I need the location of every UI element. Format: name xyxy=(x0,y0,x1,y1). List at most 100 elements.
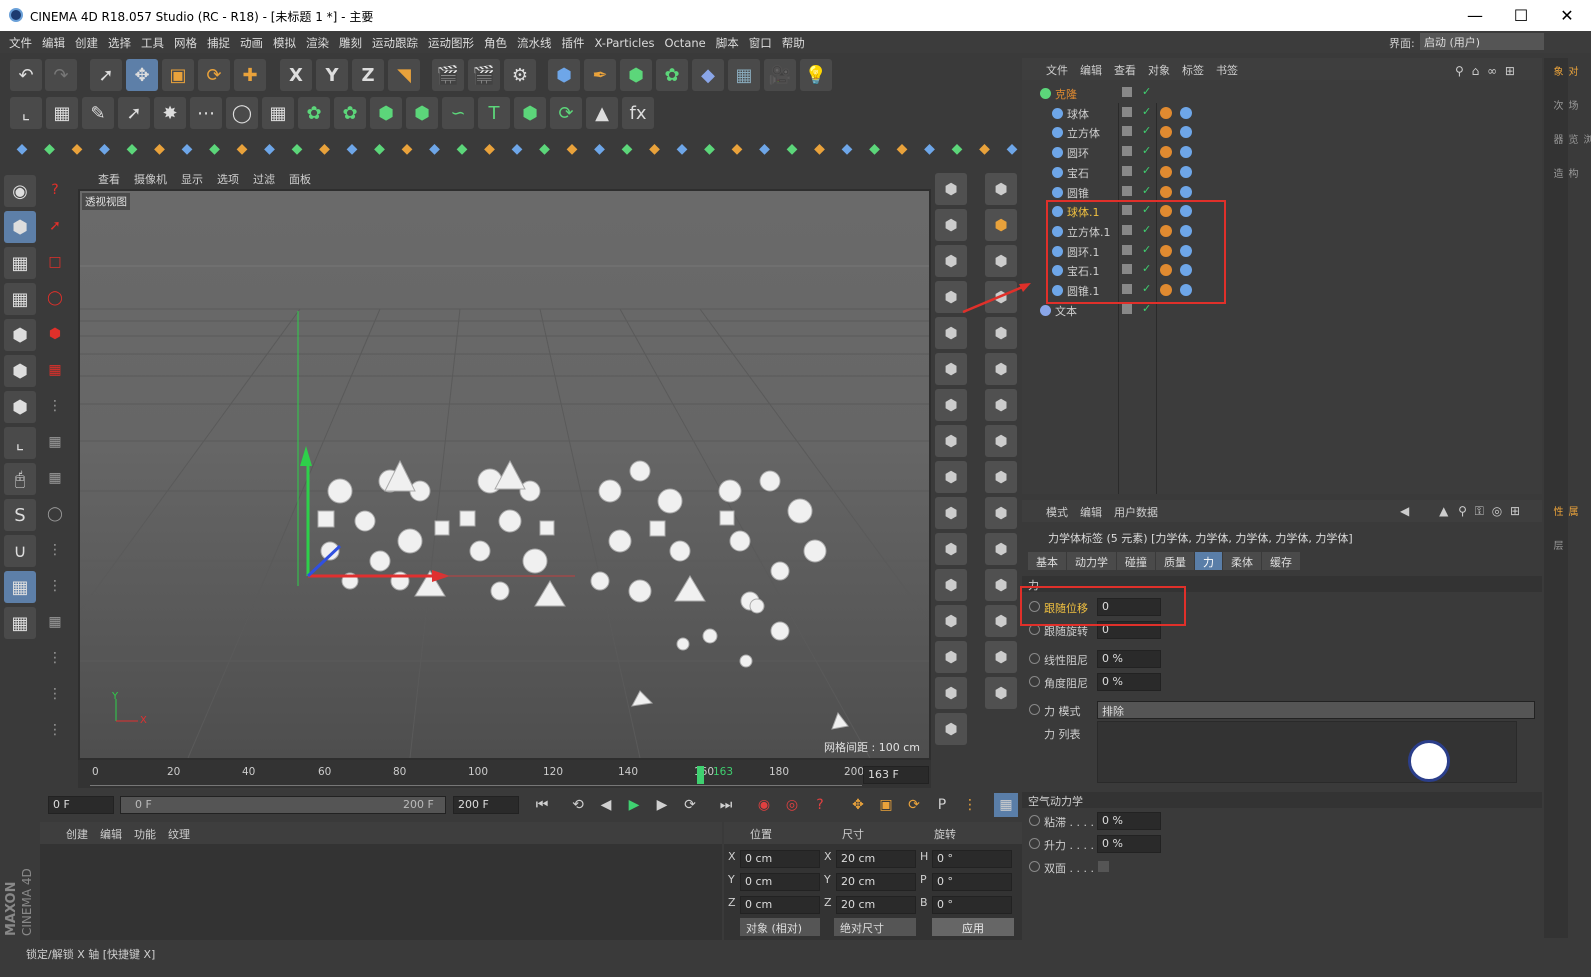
object-row[interactable]: 圆环 ✓ xyxy=(1022,143,1542,162)
generator-icon[interactable]: ⬢ xyxy=(935,389,967,421)
plugin-tool-icon[interactable]: ◆ xyxy=(10,137,34,161)
deformer-icon[interactable]: ⬢ xyxy=(985,425,1017,457)
menu-item[interactable]: 捕捉 xyxy=(202,31,235,53)
object-menu-item[interactable]: 编辑 xyxy=(1074,58,1108,82)
plugin-tool-icon[interactable]: ◆ xyxy=(725,137,749,161)
coord-rot-field[interactable]: 0 ° xyxy=(932,873,1012,891)
generator-icon[interactable]: ⬢ xyxy=(935,533,967,565)
camera-icon[interactable]: 🎥 xyxy=(764,59,796,91)
keyframe-radio-icon[interactable] xyxy=(1029,815,1040,826)
object-row[interactable]: 球体 ✓ xyxy=(1022,104,1542,123)
key-scale-icon[interactable]: ▣ xyxy=(874,793,898,817)
deformer-icon[interactable]: ⬢ xyxy=(985,497,1017,529)
deformer-icon[interactable]: ⬢ xyxy=(985,677,1017,709)
generator-icon[interactable]: ⬢ xyxy=(935,569,967,601)
start-frame-field[interactable]: 0 F xyxy=(48,796,114,814)
menu-item[interactable]: 运动图形 xyxy=(423,31,479,53)
generator-icon[interactable]: ⬢ xyxy=(935,209,967,241)
render-picture-icon[interactable]: 🎬 xyxy=(468,59,500,91)
visibility-toggle[interactable] xyxy=(1122,185,1132,196)
plugin-tool-icon[interactable]: ◆ xyxy=(533,137,557,161)
tab-2[interactable]: 碰撞 xyxy=(1117,552,1155,570)
move-tool-icon[interactable]: ✥ xyxy=(126,59,158,91)
plugin-tool-icon[interactable]: ◆ xyxy=(313,137,337,161)
material-menu-item[interactable]: 编辑 xyxy=(94,822,128,846)
property-value-field[interactable]: 0 % xyxy=(1097,650,1161,668)
plugin-tool-icon[interactable]: ◆ xyxy=(698,137,722,161)
texture-tag-icon[interactable] xyxy=(1180,165,1192,178)
left-tool-icon[interactable]: ⋮ xyxy=(40,535,70,565)
plugin-tool-icon[interactable]: ◆ xyxy=(780,137,804,161)
viewport-menu-item[interactable]: 查看 xyxy=(98,173,120,186)
playhead[interactable] xyxy=(697,766,704,784)
generator-icon[interactable]: ⬢ xyxy=(935,641,967,673)
home-icon[interactable]: ⌂ xyxy=(1472,64,1480,78)
deformer-icon[interactable]: ⬢ xyxy=(985,209,1017,241)
prev-key-icon[interactable]: ⟲ xyxy=(566,793,590,817)
viewport-menu-item[interactable]: 摄像机 xyxy=(134,173,167,186)
left-tool-icon[interactable]: □ xyxy=(40,247,70,277)
mode-icon[interactable]: ⬢ xyxy=(4,319,36,351)
visibility-toggle[interactable] xyxy=(1122,126,1132,137)
dynamics-tag-icon[interactable] xyxy=(1160,165,1172,178)
mode-tool-icon[interactable]: ✿ xyxy=(298,97,330,129)
mode-tool-icon[interactable]: ⌞ xyxy=(10,97,42,129)
plugin-tool-icon[interactable]: ◆ xyxy=(890,137,914,161)
object-menu-item[interactable]: 对象 xyxy=(1142,58,1176,82)
material-menu-item[interactable]: 创建 xyxy=(60,822,94,846)
plugin-tool-icon[interactable]: ◆ xyxy=(93,137,117,161)
minimize-button[interactable]: — xyxy=(1452,0,1498,31)
plugin-tool-icon[interactable]: ◆ xyxy=(423,137,447,161)
cloner-icon[interactable]: ✿ xyxy=(656,59,688,91)
left-tool-icon[interactable]: ◯ xyxy=(40,499,70,529)
menu-item[interactable]: 渲染 xyxy=(301,31,334,53)
redo-icon[interactable]: ↷ xyxy=(45,59,77,91)
lock-icon[interactable]: ⚿ xyxy=(1475,504,1484,518)
plugin-tool-icon[interactable]: ◆ xyxy=(945,137,969,161)
object-row[interactable]: 圆锥 ✓ xyxy=(1022,183,1542,202)
timeline-icon[interactable]: ▦ xyxy=(994,793,1018,817)
perspective-viewport[interactable]: 透视视图 Y X 网格间距 : 100 cm xyxy=(80,191,929,758)
tab-5[interactable]: 柔体 xyxy=(1223,552,1261,570)
end-frame-field[interactable]: 200 F xyxy=(453,796,519,814)
object-row[interactable]: 克隆 ✓ xyxy=(1022,84,1542,103)
plugin-tool-icon[interactable]: ◆ xyxy=(340,137,364,161)
plugin-tool-icon[interactable]: ◆ xyxy=(588,137,612,161)
size-mode-select[interactable]: 绝对尺寸 xyxy=(834,918,916,936)
mode-icon[interactable]: 🖰 xyxy=(4,463,36,495)
plugin-tool-icon[interactable]: ◆ xyxy=(615,137,639,161)
scale-tool-icon[interactable]: ▣ xyxy=(162,59,194,91)
mode-icon[interactable]: ▦ xyxy=(4,571,36,603)
floor-icon[interactable]: ▦ xyxy=(728,59,760,91)
menu-item[interactable]: 模拟 xyxy=(268,31,301,53)
material-menu-item[interactable]: 功能 xyxy=(128,822,162,846)
visibility-toggle[interactable] xyxy=(1122,303,1132,314)
plugin-tool-icon[interactable]: ◆ xyxy=(863,137,887,161)
plugin-tool-icon[interactable]: ◆ xyxy=(285,137,309,161)
plugin-tool-icon[interactable]: ◆ xyxy=(918,137,942,161)
object-menu-item[interactable]: 文件 xyxy=(1040,58,1074,82)
mode-tool-icon[interactable]: ✎ xyxy=(82,97,114,129)
search-icon[interactable]: ⚲ xyxy=(1455,64,1464,78)
attribute-menu-item[interactable]: 模式 xyxy=(1040,500,1074,524)
side-tab[interactable]: 层 xyxy=(1549,540,1564,550)
mode-tool-icon[interactable]: T xyxy=(478,97,510,129)
search-icon[interactable]: ⚲ xyxy=(1458,504,1467,518)
attribute-menu-item[interactable]: 用户数据 xyxy=(1108,500,1164,524)
mode-tool-icon[interactable]: ▦ xyxy=(262,97,294,129)
goto-end-icon[interactable]: ⏭ xyxy=(714,793,738,817)
mode-icon[interactable]: ⬢ xyxy=(4,355,36,387)
mode-tool-icon[interactable]: ⬢ xyxy=(370,97,402,129)
plugin-tool-icon[interactable]: ◆ xyxy=(753,137,777,161)
object-menu-item[interactable]: 查看 xyxy=(1108,58,1142,82)
deformer-icon[interactable]: ⬢ xyxy=(985,245,1017,277)
object-menu-item[interactable]: 书签 xyxy=(1210,58,1244,82)
generator-icon[interactable]: ⬢ xyxy=(935,497,967,529)
visibility-toggle[interactable] xyxy=(1122,106,1132,117)
mode-icon[interactable]: ⬢ xyxy=(4,391,36,423)
menu-item[interactable]: 流水线 xyxy=(512,31,557,53)
mode-icon[interactable]: ⌞ xyxy=(4,427,36,459)
texture-tag-icon[interactable] xyxy=(1180,126,1192,139)
mode-tool-icon[interactable]: ⋯ xyxy=(190,97,222,129)
coord-mode-select[interactable]: 对象 (相对) xyxy=(740,918,820,936)
